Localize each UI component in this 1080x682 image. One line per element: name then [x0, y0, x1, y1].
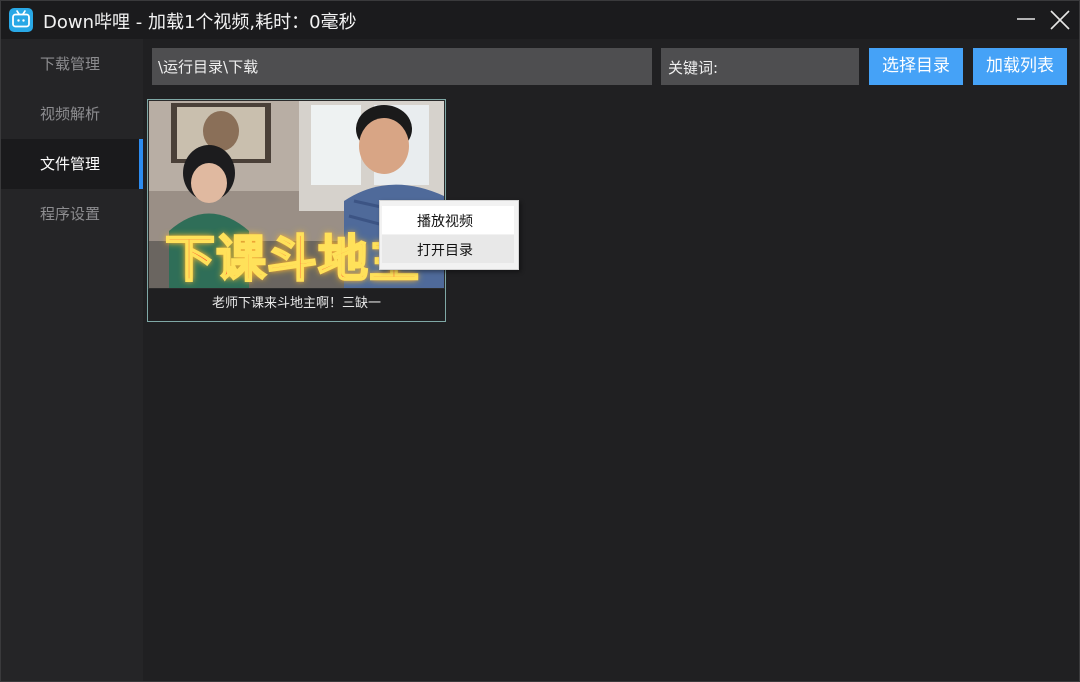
sidebar-item-label: 视频解析	[40, 105, 101, 123]
sidebar-item-file-manager[interactable]: 文件管理	[1, 139, 143, 189]
sidebar-item-label: 文件管理	[40, 155, 101, 173]
sidebar-item-download-manager[interactable]: 下载管理	[1, 39, 143, 89]
minimize-icon	[1017, 18, 1035, 20]
menu-item-play-video[interactable]: 播放视频	[382, 206, 514, 234]
window-title: Down哔哩 - 加载1个视频,耗时：0毫秒	[43, 12, 357, 33]
keyword-field[interactable]: 关键词:	[661, 48, 859, 85]
load-list-button[interactable]: 加载列表	[973, 48, 1067, 85]
sidebar-item-video-parse[interactable]: 视频解析	[1, 89, 143, 139]
keyword-label: 关键词:	[668, 59, 719, 77]
menu-item-label: 打开目录	[417, 243, 473, 259]
video-title: 老师下课来斗地主啊！三缺一	[148, 289, 445, 321]
menu-item-label: 播放视频	[417, 214, 473, 230]
context-menu: 播放视频 打开目录	[379, 200, 519, 270]
close-button[interactable]	[1045, 5, 1075, 35]
select-directory-button[interactable]: 选择目录	[869, 48, 963, 85]
sidebar-item-label: 程序设置	[40, 205, 101, 223]
directory-path-input[interactable]	[152, 48, 652, 85]
menu-item-open-directory[interactable]: 打开目录	[382, 235, 514, 263]
sidebar-item-label: 下载管理	[40, 55, 101, 73]
close-icon	[1050, 10, 1070, 30]
app-window: Down哔哩 - 加载1个视频,耗时：0毫秒 下载管理 视频解析 文件管理 程序…	[0, 0, 1080, 682]
sidebar-item-settings[interactable]: 程序设置	[1, 189, 143, 239]
minimize-button[interactable]	[1011, 5, 1041, 35]
title-bar[interactable]: Down哔哩 - 加载1个视频,耗时：0毫秒	[1, 1, 1079, 39]
sidebar-nav: 下载管理 视频解析 文件管理 程序设置	[1, 39, 143, 681]
keyword-input[interactable]	[721, 54, 855, 81]
bilibili-tv-icon	[9, 8, 33, 32]
